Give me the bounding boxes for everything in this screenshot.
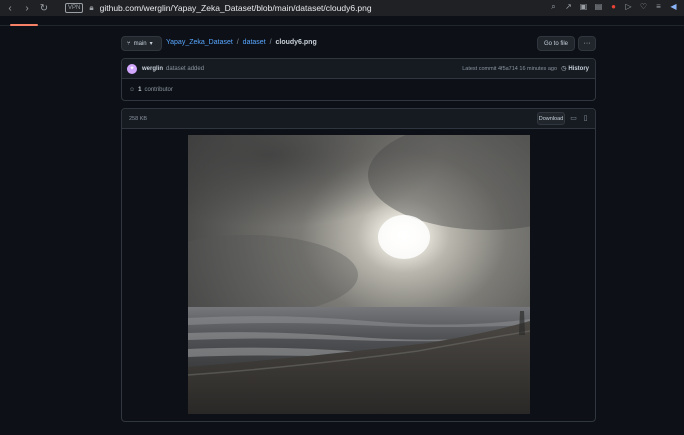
sound-icon[interactable]: ◀ — [669, 2, 678, 11]
browser-extensions: ⌕ ↗ ▣ ▤ ● ▷ ♡ ≡ ◀ — [549, 2, 678, 12]
repo-link[interactable]: Yapay_Zeka_Dataset — [166, 39, 233, 46]
screenshot-icon[interactable]: ▣ — [579, 2, 588, 11]
menu-icon[interactable]: ≡ — [654, 2, 663, 11]
share-icon[interactable]: ↗ — [564, 2, 573, 11]
contributors-label: contributor — [144, 87, 173, 93]
lock-icon[interactable]: 🔒︎ — [89, 3, 93, 13]
trash-icon[interactable]: ▯ — [581, 113, 590, 123]
vpn-badge[interactable]: VPN — [65, 3, 84, 13]
history-icon: ◷ — [561, 66, 567, 72]
desktop-icon[interactable]: ▭ — [569, 113, 578, 123]
latest-commit[interactable]: Latest commit 4f5a714 16 minutes ago — [462, 66, 557, 72]
branch-label: main — [133, 40, 147, 47]
file-size: 258 KB — [129, 115, 148, 122]
search-icon[interactable]: ⌕ — [549, 2, 558, 11]
play-icon[interactable]: ▷ — [624, 2, 633, 11]
contributors-count: 1 — [138, 87, 142, 93]
reload-icon[interactable]: ↻ — [37, 1, 51, 15]
folder-link[interactable]: dataset — [243, 39, 266, 46]
commit-box: ✦ werglin dataset added Latest commit 4f… — [121, 58, 596, 101]
breadcrumb: Yapay_Zeka_Dataset / dataset / cloudy6.p… — [166, 39, 317, 46]
image-preview — [188, 135, 530, 414]
history-label: History — [568, 65, 589, 72]
commit-author[interactable]: werglin — [142, 66, 163, 72]
commit-header: ✦ werglin dataset added Latest commit 4f… — [122, 59, 595, 79]
breadcrumb-separator: / — [236, 39, 239, 46]
download-button[interactable]: Download — [537, 112, 565, 125]
forward-icon[interactable]: › — [20, 1, 34, 15]
commit-message[interactable]: dataset added — [166, 66, 204, 72]
branch-icon: ⑂ — [127, 40, 131, 47]
file-name: cloudy6.png — [275, 39, 317, 46]
cloudy-beach-photo — [188, 135, 530, 414]
file-viewer: 258 KB Download ▭ ▯ — [121, 108, 596, 422]
browser-toolbar: ‹ › ↻ VPN 🔒︎ github.com/werglin/Yapay_Ze… — [0, 0, 684, 16]
history-button[interactable]: ◷ History — [561, 65, 589, 73]
repo-tabs-bar — [0, 16, 684, 26]
back-icon[interactable]: ‹ — [3, 1, 17, 15]
file-header: 258 KB Download ▭ ▯ — [122, 109, 595, 129]
address-bar[interactable]: github.com/werglin/Yapay_Zeka_Dataset/bl… — [100, 3, 372, 13]
heart-icon[interactable]: ♡ — [639, 2, 648, 11]
breadcrumb-separator: / — [269, 39, 272, 46]
wallet-icon[interactable]: ▤ — [594, 2, 603, 11]
adblock-icon[interactable]: ● — [609, 2, 618, 11]
active-tab-indicator — [10, 24, 38, 26]
chevron-down-icon: ▾ — [149, 41, 153, 47]
avatar[interactable]: ✦ — [127, 63, 137, 74]
people-icon: ☺ — [129, 87, 136, 93]
more-options-button[interactable]: ··· — [578, 36, 596, 51]
go-to-file-button[interactable]: Go to file — [537, 36, 575, 51]
contributors-row[interactable]: ☺ 1 contributor — [122, 79, 595, 101]
branch-selector[interactable]: ⑂ main ▾ — [121, 36, 162, 51]
